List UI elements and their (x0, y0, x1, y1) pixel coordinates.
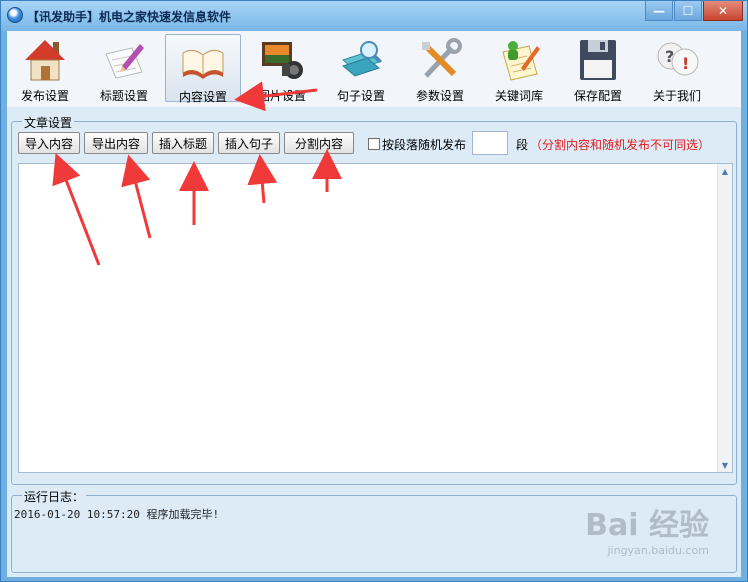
split-content-button[interactable]: 分割内容 (284, 132, 354, 154)
insert-sentence-button[interactable]: 插入句子 (218, 132, 280, 154)
toolbar-keyword-library[interactable]: 关键词库 (481, 34, 557, 103)
random-publish-checkbox[interactable] (368, 138, 380, 150)
toolbar-label: 发布设置 (20, 89, 69, 103)
toolbar-title-settings[interactable]: 标题设置 (86, 34, 162, 103)
help-icon: ? ! (655, 38, 699, 82)
toolbar-label: 关于我们 (652, 89, 701, 103)
article-content-textarea[interactable]: ▲ ▼ (18, 163, 733, 473)
svg-text:?: ? (665, 47, 674, 66)
export-content-button[interactable]: 导出内容 (84, 132, 148, 154)
toolbar-content-settings[interactable]: 内容设置 (165, 34, 241, 104)
toolbar-label: 参数设置 (415, 89, 464, 103)
random-publish-label: 按段落随机发布 (382, 138, 467, 152)
toolbar-image-settings[interactable]: 图片设置 (244, 34, 320, 103)
toolbar-publish-settings[interactable]: 发布设置 (7, 34, 83, 103)
house-icon (23, 38, 67, 82)
svg-text:!: ! (682, 54, 689, 73)
watermark-url: jingyan.baidu.com (607, 544, 709, 557)
window-title: 【讯发助手】机电之家快速发信息软件 (27, 10, 232, 24)
exclusive-option-warning: （分割内容和随机发布不可同选） (530, 138, 711, 152)
app-window: 【讯发助手】机电之家快速发信息软件 — ☐ ✕ 发布设置 标题设置 内容设置 图… (0, 0, 748, 582)
close-button[interactable]: ✕ (703, 1, 743, 21)
article-settings-group: 文章设置 导入内容 导出内容 插入标题 插入句子 分割内容 按段落随机发布 段 … (11, 114, 737, 485)
insert-title-button[interactable]: 插入标题 (152, 132, 214, 154)
toolbar-save-config[interactable]: 保存配置 (560, 34, 636, 103)
toolbar-label: 句子设置 (336, 89, 385, 103)
toolbar-label: 图片设置 (257, 89, 306, 103)
toolbar-parameter-settings[interactable]: 参数设置 (402, 34, 478, 103)
open-book-icon (181, 39, 225, 83)
main-toolbar: 发布设置 标题设置 内容设置 图片设置 句子设置 参数设置 关键词库 保存配置 … (7, 31, 741, 107)
log-group-title: 运行日志： (22, 488, 87, 505)
photo-camera-icon (260, 38, 304, 82)
magnifier-book-icon (339, 38, 383, 82)
watermark: Bai 经验 jingyan.baidu.com (585, 500, 709, 557)
toolbar-label: 内容设置 (178, 90, 227, 104)
article-group-title: 文章设置 (22, 114, 75, 131)
client-area: 发布设置 标题设置 内容设置 图片设置 句子设置 参数设置 关键词库 保存配置 … (7, 31, 741, 577)
floppy-disk-icon (576, 38, 620, 82)
minimize-button[interactable]: — (645, 1, 673, 21)
toolbar-label: 关键词库 (494, 89, 543, 103)
title-bar[interactable]: 【讯发助手】机电之家快速发信息软件 — ☐ ✕ (1, 1, 747, 31)
toolbar-label: 标题设置 (99, 89, 148, 103)
import-content-button[interactable]: 导入内容 (18, 132, 80, 154)
pencil-note-icon (102, 38, 146, 82)
maximize-button[interactable]: ☐ (674, 1, 702, 21)
scroll-up-icon[interactable]: ▲ (718, 164, 732, 178)
segment-unit-label: 段 (516, 138, 529, 152)
tools-icon (418, 38, 462, 82)
segment-count-input[interactable] (472, 131, 508, 155)
scroll-down-icon[interactable]: ▼ (718, 458, 732, 472)
log-entry: 2016-01-20 10:57:20 程序加载完毕! (14, 508, 220, 521)
content-vertical-scrollbar[interactable]: ▲ ▼ (717, 164, 732, 472)
toolbar-label: 保存配置 (573, 89, 622, 103)
user-checklist-icon (497, 38, 541, 82)
window-controls: — ☐ ✕ (644, 1, 743, 21)
watermark-logo: Bai 经验 (585, 508, 709, 543)
toolbar-about-us[interactable]: ? ! 关于我们 (639, 34, 715, 103)
app-logo-icon (7, 7, 23, 23)
toolbar-sentence-settings[interactable]: 句子设置 (323, 34, 399, 103)
